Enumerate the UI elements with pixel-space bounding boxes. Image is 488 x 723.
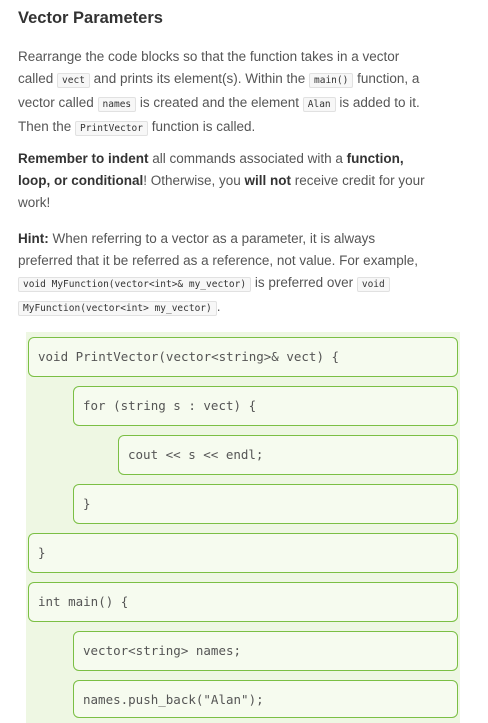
code-printvector: PrintVector	[75, 121, 148, 136]
code-main: main()	[309, 73, 354, 88]
text: work!	[18, 195, 51, 210]
text: function is called.	[147, 119, 256, 134]
text: is preferred over	[251, 275, 357, 290]
bold-text: will not	[244, 173, 292, 188]
text: ! Otherwise, you	[143, 173, 245, 188]
text: vector called	[18, 95, 98, 110]
bold-text: Hint:	[18, 231, 49, 246]
code-block[interactable]: for (string s : vect) {	[73, 386, 458, 426]
text: called	[18, 71, 58, 86]
text: function, a	[353, 71, 420, 86]
text: all commands associated with a	[148, 151, 347, 166]
code-alan: Alan	[302, 97, 336, 112]
code-block[interactable]: }	[73, 484, 458, 524]
text: and prints its element(s). Within the	[89, 71, 310, 86]
bold-text: Remember to indent	[18, 151, 149, 166]
code-example-value-end: MyFunction(vector<int> my_vector)	[18, 301, 217, 316]
text: is created and the element	[136, 95, 303, 110]
hint-paragraph: Hint: When referring to a vector as a pa…	[18, 228, 470, 320]
reminder-paragraph: Remember to indent all commands associat…	[18, 148, 470, 214]
bold-text: loop, or conditional	[18, 173, 144, 188]
text: Then the	[18, 119, 76, 134]
text: .	[216, 299, 221, 314]
text: is added to it.	[335, 95, 420, 110]
code-block[interactable]: int main() {	[28, 582, 458, 622]
instructions-paragraph: Rearrange the code blocks so that the fu…	[18, 46, 470, 140]
code-example-value-start: void	[356, 277, 390, 292]
text: Rearrange the code blocks so that the fu…	[18, 49, 400, 64]
text: When referring to a vector as a paramete…	[48, 231, 376, 246]
bold-text: function,	[346, 151, 404, 166]
code-example-reference: void MyFunction(vector<int>& my_vector)	[18, 277, 252, 292]
code-block[interactable]: names.push_back("Alan");	[73, 680, 458, 718]
text: receive credit for your	[291, 173, 425, 188]
code-block[interactable]: void PrintVector(vector<string>& vect) {	[28, 337, 458, 377]
code-block[interactable]: }	[28, 533, 458, 573]
code-block[interactable]: vector<string> names;	[73, 631, 458, 671]
code-block[interactable]: cout << s << endl;	[118, 435, 458, 475]
text: preferred that it be referred as a refer…	[18, 253, 418, 268]
code-vect: vect	[57, 73, 90, 88]
code-names: names	[97, 97, 137, 112]
page-title: Vector Parameters	[18, 9, 163, 27]
